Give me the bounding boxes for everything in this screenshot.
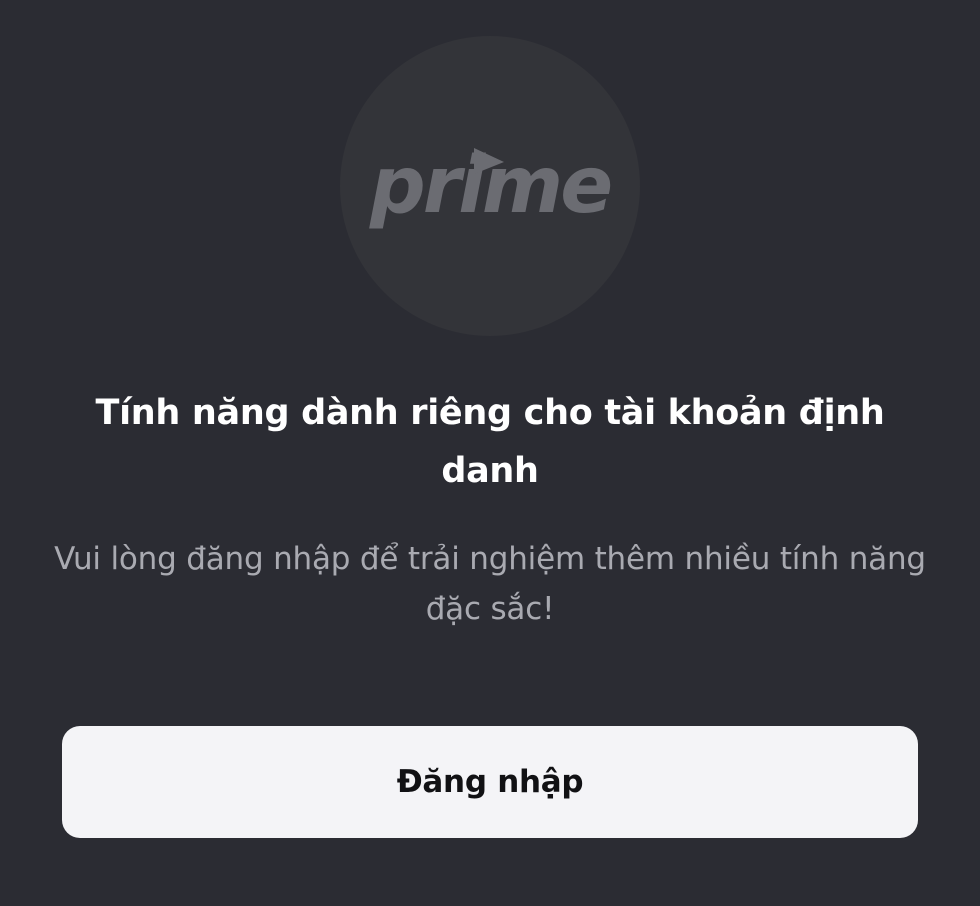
prime-logo-text: prime [369, 141, 610, 231]
prime-logo: prime [369, 141, 613, 231]
prime-feature-locked-screen: prime Tính năng dành riêng cho tài khoản… [0, 0, 980, 906]
prime-logo-badge: prime [340, 36, 640, 336]
page-title: Tính năng dành riêng cho tài khoản định … [95, 393, 885, 491]
page-subtitle: Vui lòng đăng nhập để trải nghiệm thêm n… [54, 541, 926, 627]
login-button-label: Đăng nhập [396, 764, 584, 800]
login-button[interactable]: Đăng nhập [62, 726, 918, 838]
